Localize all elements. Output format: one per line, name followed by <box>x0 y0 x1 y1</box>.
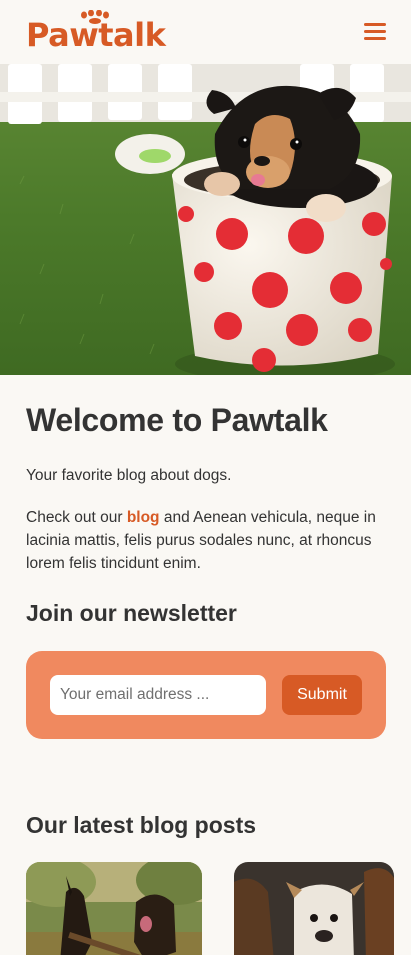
tagline: Your favorite blog about dogs. <box>26 467 232 484</box>
pawtalk-logo[interactable]: Pawtalk <box>26 8 201 56</box>
newsletter-title: Join our newsletter <box>26 600 237 626</box>
menu-bar <box>364 23 386 26</box>
site-header: Pawtalk <box>0 0 411 64</box>
three-dogs-portrait-photo <box>234 862 394 955</box>
blog-link[interactable]: blog <box>127 509 160 526</box>
dogs-playing-with-stick-photo <box>26 862 202 955</box>
logo-text: Pawtalk <box>26 16 166 54</box>
page-title: Welcome to Pawtalk <box>26 402 328 438</box>
blog-post-card[interactable] <box>26 862 202 955</box>
puppy-in-cup-photo <box>0 64 411 375</box>
newsletter-form: Submit <box>26 651 386 739</box>
submit-button[interactable]: Submit <box>282 675 362 715</box>
hamburger-menu-icon[interactable] <box>362 20 388 44</box>
blog-posts-title: Our latest blog posts <box>26 812 257 838</box>
intro-paragraph: Check out our blog and Aenean vehicula, … <box>26 506 391 575</box>
menu-bar <box>364 30 386 33</box>
blog-post-card[interactable] <box>234 862 394 955</box>
intro-prefix: Check out our <box>26 509 123 526</box>
hero-image <box>0 64 411 375</box>
email-input[interactable] <box>50 675 266 715</box>
menu-bar <box>364 37 386 40</box>
